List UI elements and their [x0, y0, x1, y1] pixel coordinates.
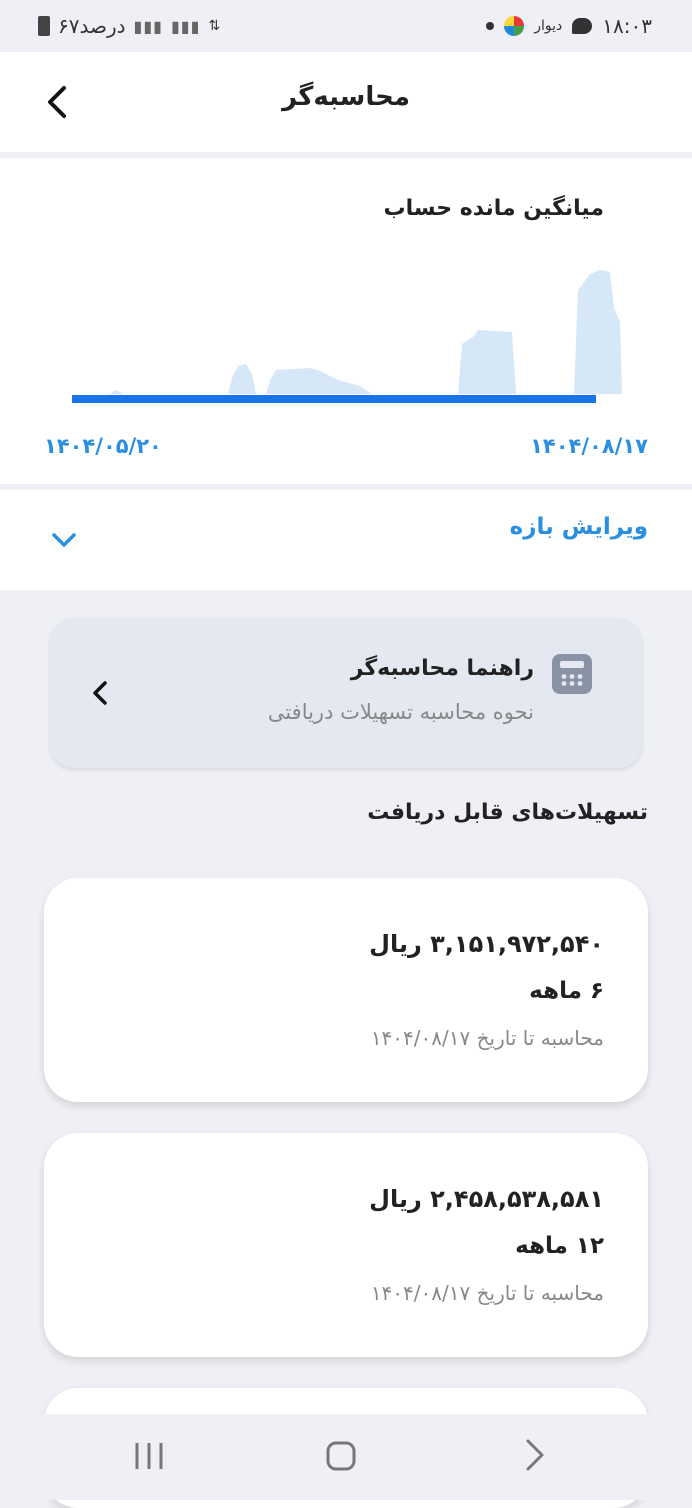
loan-date-note: محاسبه تا تاریخ ۱۴۰۴/۰۸/۱۷: [370, 1281, 604, 1305]
divar-label: دیوار: [534, 18, 563, 34]
loans-section-title: تسهیلات‌های قابل دریافت: [367, 800, 648, 825]
chat-icon: [572, 18, 593, 34]
home-icon[interactable]: [326, 1440, 356, 1472]
app-header: محاسبه‌گر: [0, 52, 692, 152]
loan-date-note: محاسبه تا تاریخ ۱۴۰۴/۰۸/۱۷: [370, 1026, 604, 1050]
chevron-left-icon: [93, 681, 107, 705]
loan-amount: ۲,۴۵۸,۵۳۸,۵۸۱ ریال: [369, 1185, 604, 1213]
chevron-down-icon[interactable]: [50, 530, 78, 550]
chart-area-segment: [110, 390, 124, 394]
signal-icon-2: ▮▮▮: [170, 16, 201, 36]
balance-chart-card: میانگین مانده حساب ۱۴۰۴/۰۵/۲۰ ۱۴۰۴/۰۸/۱۷: [0, 158, 692, 484]
chart-area-segment: [574, 270, 622, 394]
edit-range-label[interactable]: ویرایش بازه: [510, 514, 648, 540]
chart-area-segment: [228, 364, 256, 394]
edit-range-row[interactable]: ویرایش بازه: [0, 490, 692, 590]
nav-back-icon[interactable]: [524, 1438, 546, 1472]
notification-dot-icon: [486, 22, 495, 30]
chart-start-date: ۱۴۰۴/۰۵/۲۰: [44, 434, 162, 458]
average-balance-line: [72, 395, 596, 403]
loan-card[interactable]: ۳,۱۵۱,۹۷۲,۵۴۰ ریال ۶ ماهه محاسبه تا تاری…: [44, 878, 648, 1102]
loan-term: ۶ ماهه: [529, 978, 604, 1004]
calculator-guide-card[interactable]: راهنما محاسبه‌گر نحوه محاسبه تسهیلات دری…: [50, 618, 642, 768]
battery-text: ۶۷درصد: [58, 14, 126, 38]
status-left: ۶۷درصد ▮▮▮ ▮▮▮ ⇅: [38, 14, 220, 38]
battery-icon: [38, 16, 50, 36]
data-arrows-icon: ⇅: [208, 18, 221, 34]
loan-term: ۱۲ ماهه: [515, 1233, 604, 1259]
chart-area-segment: [458, 330, 516, 394]
status-time: ۱۸:۰۳: [602, 14, 652, 38]
guide-title: راهنما محاسبه‌گر: [350, 656, 534, 681]
loan-card[interactable]: ۲,۴۵۸,۵۳۸,۵۸۱ ریال ۱۲ ماهه محاسبه تا تار…: [44, 1133, 648, 1357]
recent-apps-icon[interactable]: [132, 1440, 166, 1472]
status-right: دیوار ۱۸:۰۳: [486, 14, 652, 38]
app-logo-icon: [504, 16, 525, 36]
status-bar: ۶۷درصد ▮▮▮ ▮▮▮ ⇅ دیوار ۱۸:۰۳: [0, 0, 692, 52]
chart-area-segment: [266, 368, 372, 394]
loan-amount: ۳,۱۵۱,۹۷۲,۵۴۰ ریال: [369, 930, 604, 958]
guide-subtitle: نحوه محاسبه تسهیلات دریافتی: [267, 700, 534, 724]
system-nav-bar: [0, 1414, 692, 1500]
page-title: محاسبه‌گر: [282, 82, 410, 112]
chart-end-date: ۱۴۰۴/۰۸/۱۷: [530, 434, 648, 458]
signal-icon: ▮▮▮: [133, 16, 163, 36]
calculator-icon: [552, 654, 592, 694]
